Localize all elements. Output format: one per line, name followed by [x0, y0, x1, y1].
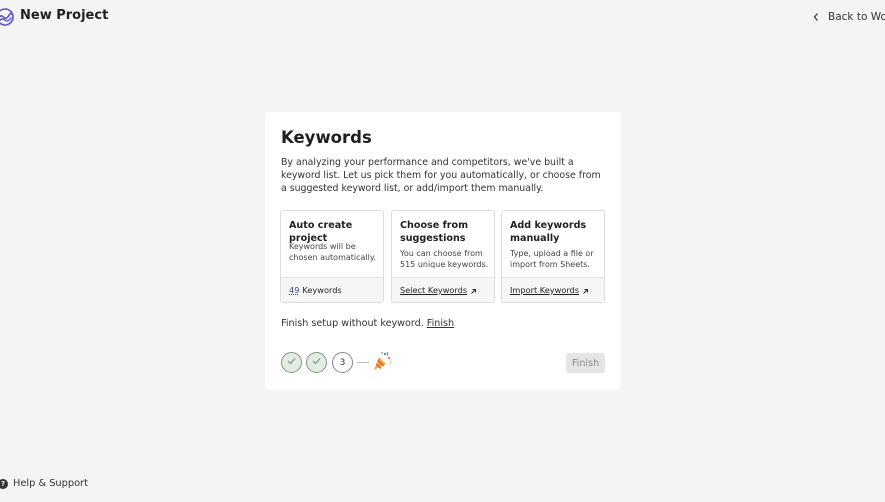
card-description: By analyzing your performance and compet… [281, 157, 601, 194]
back-to-wope-link[interactable]: Back to Wope [812, 11, 885, 23]
chevron-left-icon [812, 12, 820, 22]
finish-without-keyword-link[interactable]: Finish [427, 318, 454, 329]
option-add-keywords-manually[interactable]: Add keywords manually Type, upload a fil… [501, 210, 605, 303]
party-popper-icon [371, 350, 393, 372]
external-arrow-icon [470, 287, 477, 294]
help-support-link[interactable]: ? Help & Support [0, 478, 88, 489]
check-icon [287, 357, 296, 368]
keyword-count-label: Keywords [302, 285, 342, 295]
import-keywords-label: Import Keywords [510, 285, 580, 295]
check-icon [312, 357, 321, 368]
question-mark-icon: ? [0, 478, 8, 489]
keyword-count: 49 [289, 285, 300, 295]
option-description: Type, upload a file or import from Sheet… [510, 249, 594, 269]
skip-setup-label: Finish setup without keyword. [281, 318, 424, 329]
step-indicator: 3 [281, 350, 411, 374]
keywords-card: Keywords By analyzing your performance a… [265, 112, 621, 390]
option-footer: 49 Keywords [281, 277, 383, 302]
card-title: Keywords [281, 128, 372, 147]
option-title: Choose from suggestions [400, 220, 469, 244]
import-keywords-link[interactable]: Import Keywords [502, 277, 604, 302]
back-link-label: Back to Wope [828, 11, 885, 23]
step-1-complete [281, 352, 302, 373]
select-keywords-label: Select Keywords [400, 285, 468, 295]
help-support-label: Help & Support [13, 478, 88, 489]
option-choose-from-suggestions[interactable]: Choose from suggestions You can choose f… [391, 210, 495, 303]
project-title: New Project [20, 8, 109, 23]
external-arrow-icon [582, 287, 589, 294]
step-connector [357, 362, 369, 363]
finish-button[interactable]: Finish [566, 353, 605, 373]
top-bar: New Project Back to Wope [0, 0, 885, 36]
step-2-complete [306, 352, 327, 373]
option-title: Add keywords manually [510, 220, 587, 244]
step-3-current: 3 [332, 352, 353, 373]
wope-logo-icon [0, 8, 14, 26]
option-auto-create-project[interactable]: Auto create project Keywords will be cho… [280, 210, 384, 303]
select-keywords-link[interactable]: Select Keywords [392, 277, 494, 302]
skip-setup-text: Finish setup without keyword. Finish [281, 318, 454, 329]
option-description: Keywords will be chosen automatically. [289, 242, 377, 262]
option-description: You can choose from 515 unique keywords. [400, 249, 489, 269]
